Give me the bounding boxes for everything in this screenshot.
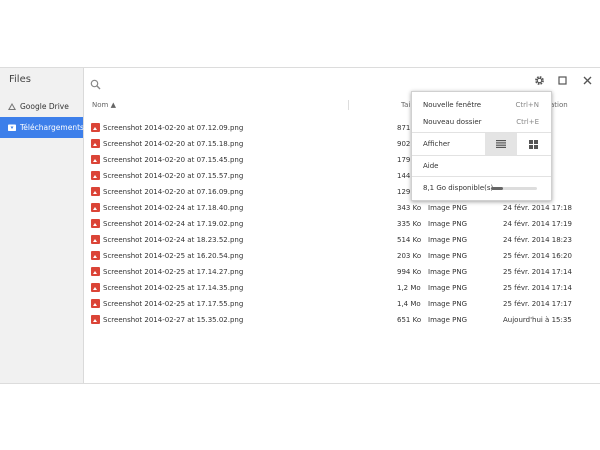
table-row[interactable]: Screenshot 2014-02-24 at 17.18.40.png 343… (84, 200, 600, 216)
image-file-icon (91, 235, 100, 244)
file-name: Screenshot 2014-02-20 at 07.15.57.png (103, 172, 244, 180)
sidebar-item-google-drive[interactable]: Google Drive (0, 96, 83, 117)
column-divider (348, 100, 349, 110)
menu-item-new-folder[interactable]: Nouveau dossier Ctrl+E (412, 114, 551, 130)
file-name: Screenshot 2014-02-25 at 17.14.27.png (103, 268, 244, 276)
file-type: Image PNG (428, 268, 468, 276)
image-file-icon (91, 299, 100, 308)
file-name: Screenshot 2014-02-20 at 07.12.09.png (103, 124, 244, 132)
file-date: Aujourd'hui à 15:35 (503, 316, 572, 324)
file-name: Screenshot 2014-02-24 at 17.19.02.png (103, 220, 244, 228)
file-size: 1,4 Mo (397, 300, 421, 308)
file-type: Image PNG (428, 316, 468, 324)
image-file-icon (91, 251, 100, 260)
sidebar: Files Google Drive Téléchargements (0, 68, 84, 383)
image-file-icon (91, 203, 100, 212)
menu-divider (412, 155, 551, 156)
list-view-icon[interactable] (485, 133, 517, 155)
menu-item-label: Afficher (423, 140, 451, 148)
image-file-icon (91, 283, 100, 292)
storage-available-label: 8,1 Go disponible(s) (423, 184, 494, 192)
file-size: 335 Ko (397, 220, 422, 228)
downloads-folder-icon (8, 124, 16, 131)
image-file-icon (91, 139, 100, 148)
gear-icon[interactable] (533, 74, 546, 87)
image-file-icon (91, 315, 100, 324)
menu-shortcut: Ctrl+N (515, 101, 539, 109)
file-size: 144 (397, 172, 411, 180)
file-type: Image PNG (428, 300, 468, 308)
table-row[interactable]: Screenshot 2014-02-25 at 16.20.54.png 203… (84, 248, 600, 264)
file-date: 24 févr. 2014 18:23 (503, 236, 572, 244)
file-name: Screenshot 2014-02-20 at 07.16.09.png (103, 188, 244, 196)
google-drive-icon (8, 103, 16, 110)
file-date: 25 févr. 2014 16:20 (503, 252, 572, 260)
table-row[interactable]: Screenshot 2014-02-24 at 18.23.52.png 514… (84, 232, 600, 248)
menu-shortcut: Ctrl+E (516, 118, 539, 126)
file-type: Image PNG (428, 284, 468, 292)
file-name: Screenshot 2014-02-20 at 07.15.45.png (103, 156, 244, 164)
menu-divider (412, 176, 551, 177)
table-row[interactable]: Screenshot 2014-02-27 at 15.35.02.png 651… (84, 312, 600, 328)
file-date: 24 févr. 2014 17:18 (503, 204, 572, 212)
grid-view-icon[interactable] (517, 133, 549, 155)
table-row[interactable]: Screenshot 2014-02-25 at 17.17.55.png 1,4… (84, 296, 600, 312)
file-size: 179 (397, 156, 411, 164)
file-date: 25 févr. 2014 17:14 (503, 284, 572, 292)
file-type: Image PNG (428, 220, 468, 228)
file-size: 343 Ko (397, 204, 422, 212)
settings-menu: Nouvelle fenêtre Ctrl+N Nouveau dossier … (411, 91, 552, 201)
menu-item-label: Nouvelle fenêtre (423, 101, 482, 109)
file-size: 129 (397, 188, 411, 196)
file-size: 651 Ko (397, 316, 422, 324)
column-header-name[interactable]: Nom ▲ (92, 101, 116, 109)
close-icon[interactable] (581, 74, 594, 87)
file-type: Image PNG (428, 204, 468, 212)
column-header-size[interactable]: Tai (401, 101, 410, 109)
file-type: Image PNG (428, 252, 468, 260)
file-name: Screenshot 2014-02-24 at 18.23.52.png (103, 236, 244, 244)
file-type: Image PNG (428, 236, 468, 244)
menu-item-new-window[interactable]: Nouvelle fenêtre Ctrl+N (412, 97, 551, 113)
file-name: Screenshot 2014-02-20 at 07.15.18.png (103, 140, 244, 148)
file-size: 902 (397, 140, 411, 148)
storage-usage-bar (491, 187, 537, 190)
file-date: 25 févr. 2014 17:14 (503, 268, 572, 276)
menu-item-label: Aide (423, 162, 439, 170)
image-file-icon (91, 155, 100, 164)
sidebar-item-downloads[interactable]: Téléchargements (0, 117, 84, 138)
menu-item-label: Nouveau dossier (423, 118, 482, 126)
table-row[interactable]: Screenshot 2014-02-24 at 17.19.02.png 335… (84, 216, 600, 232)
file-size: 203 Ko (397, 252, 422, 260)
search-icon[interactable] (90, 75, 101, 90)
table-row[interactable]: Screenshot 2014-02-25 at 17.14.35.png 1,2… (84, 280, 600, 296)
maximize-icon[interactable] (556, 74, 569, 87)
column-header-date[interactable]: ation (550, 101, 568, 109)
image-file-icon (91, 123, 100, 132)
file-size: 1,2 Mo (397, 284, 421, 292)
file-name: Screenshot 2014-02-27 at 15.35.02.png (103, 316, 244, 324)
menu-item-help[interactable]: Aide (412, 158, 551, 174)
image-file-icon (91, 187, 100, 196)
app-title: Files (9, 74, 31, 85)
storage-usage-fill (491, 187, 503, 190)
sidebar-item-label: Google Drive (20, 102, 69, 111)
file-size: 994 Ko (397, 268, 422, 276)
image-file-icon (91, 171, 100, 180)
file-size: 871 (397, 124, 411, 132)
image-file-icon (91, 219, 100, 228)
file-date: 24 févr. 2014 17:19 (503, 220, 572, 228)
image-file-icon (91, 267, 100, 276)
menu-item-view: Afficher (412, 133, 551, 155)
file-name: Screenshot 2014-02-25 at 17.14.35.png (103, 284, 244, 292)
file-size: 514 Ko (397, 236, 422, 244)
file-name: Screenshot 2014-02-25 at 16.20.54.png (103, 252, 244, 260)
file-date: 25 févr. 2014 17:17 (503, 300, 572, 308)
file-name: Screenshot 2014-02-24 at 17.18.40.png (103, 204, 244, 212)
file-name: Screenshot 2014-02-25 at 17.17.55.png (103, 300, 244, 308)
sidebar-item-label: Téléchargements (20, 123, 84, 132)
table-row[interactable]: Screenshot 2014-02-25 at 17.14.27.png 994… (84, 264, 600, 280)
